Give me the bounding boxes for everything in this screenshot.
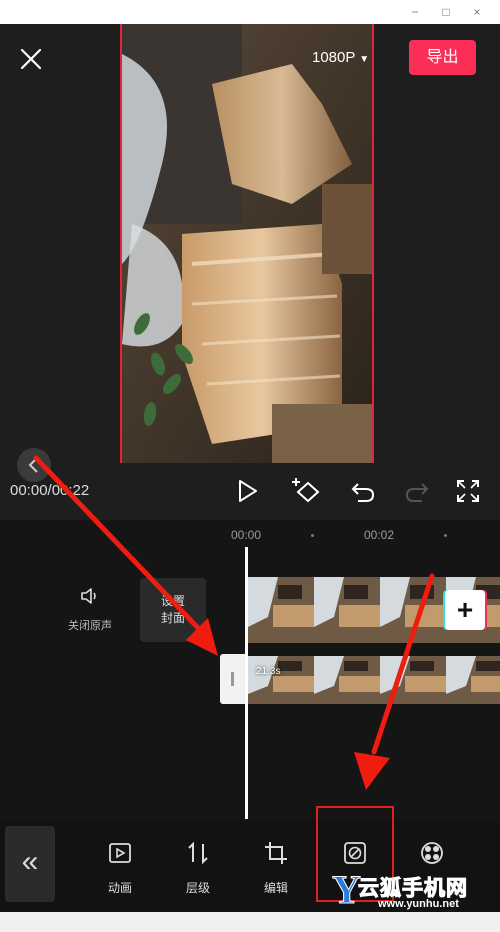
clip-thumbnail [314,656,380,704]
filter-icon [421,842,443,864]
add-clip-button[interactable]: + [445,590,485,630]
window-bottom-strip [0,912,500,932]
close-icon [20,48,42,70]
ruler-label-start: 00:00 [231,528,262,542]
clip-thumbnail [248,656,314,704]
playhead[interactable] [245,547,248,819]
minimize-button[interactable]: − [406,3,424,21]
timecode: 00:00/00:22 [10,482,90,499]
keyframe-button[interactable] [290,476,320,506]
fullscreen-icon [457,480,479,502]
handle-grip [231,672,234,686]
layer-icon [188,841,208,865]
watermark-logo: Y 云狐手机网 www.yunhu.net [330,867,500,918]
mute-label: 关闭原声 [68,620,112,632]
video-preview[interactable] [120,24,374,463]
clip-trim-handle[interactable] [220,654,246,704]
tool-label: 编辑 [263,881,288,895]
undo-icon [351,483,375,502]
timeline-panel[interactable]: 00:00 00:02 关闭原声 设置 封面 + 21.3s [0,520,500,820]
maximize-button[interactable]: □ [437,3,455,21]
chevron-left-icon [28,457,38,473]
export-button[interactable]: 导出 [409,40,476,75]
mute-original-audio-button[interactable]: 关闭原声 [60,584,120,633]
collapse-button[interactable]: « [5,826,55,902]
ruler-label-2s: 00:02 [364,528,395,542]
chevron-down-icon: ▼ [359,54,370,65]
set-cover-button[interactable]: 设置 封面 [140,578,206,642]
speaker-icon [81,588,96,604]
waterfall-image [122,24,372,463]
undo-button[interactable] [348,476,378,506]
animation-icon [109,843,131,863]
tool-label: 动画 [107,881,132,895]
redo-icon [405,483,429,502]
resolution-dropdown[interactable]: 1080P ▼ [312,46,369,70]
redo-button[interactable] [402,476,432,506]
cover-label-line1: 设置 [160,594,185,608]
clip-thumbnail [380,656,446,704]
fullscreen-button[interactable] [454,476,484,506]
crop-icon [265,842,287,864]
tool-animation[interactable]: 动画 [90,840,150,896]
back-circle-button[interactable] [17,448,51,482]
watermark-y-glyph: Y [332,867,362,913]
close-window-button[interactable]: × [468,3,486,21]
window-title-bar: − □ × [0,0,500,24]
clip-thumbnail [248,577,314,643]
close-button[interactable] [18,46,44,72]
watermark-url: www.yunhu.net [378,898,459,910]
tool-edit[interactable]: 编辑 [246,840,306,896]
tool-layer[interactable]: 层级 [168,840,228,896]
ruler-dot [311,534,314,537]
resolution-label: 1080P [312,49,356,66]
clip-thumbnail [314,577,380,643]
cover-label-line2: 封面 [160,611,185,625]
no-entry-icon [344,842,366,864]
play-icon [239,480,257,502]
tool-label: 层级 [185,881,210,895]
play-button[interactable] [232,476,262,506]
clip-duration: 21.3s [256,666,281,677]
preview-area: 1080P ▼ 导出 00:00/00:22 [0,24,500,520]
ruler-dot [444,534,447,537]
keyframe-add-icon [292,478,320,503]
overlay-track[interactable]: 21.3s [248,656,500,704]
clip-thumbnail [446,656,500,704]
clip-thumbnail [380,577,446,643]
